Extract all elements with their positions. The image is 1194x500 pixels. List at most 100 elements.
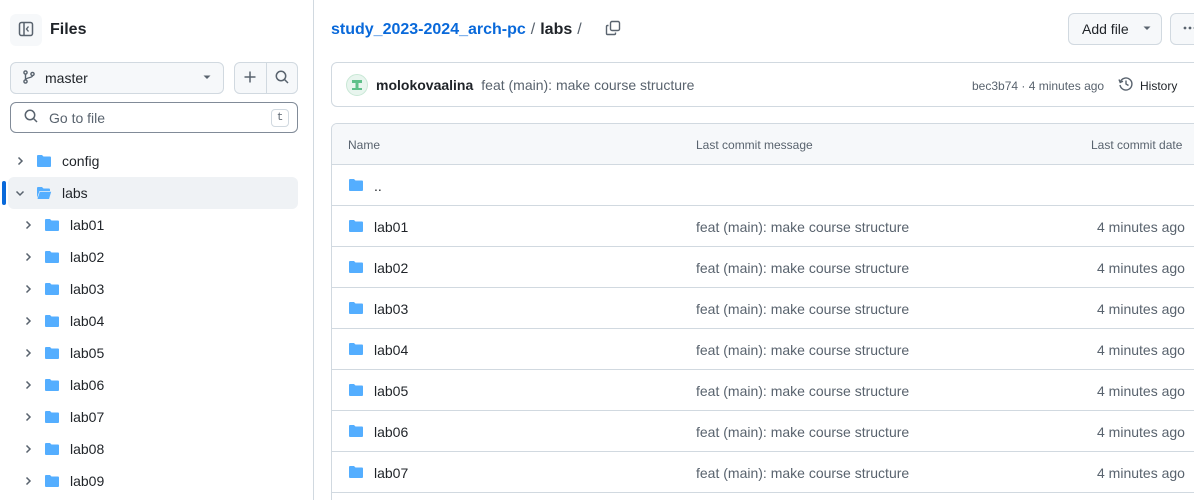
commit-message-link[interactable]: feat (main): make course structure: [696, 424, 909, 440]
search-repo-button[interactable]: [265, 63, 298, 93]
tree-item-label: lab08: [70, 441, 105, 457]
chevron-right-icon[interactable]: [20, 281, 36, 297]
table-row[interactable]: lab02 feat (main): make course structure 4…: [332, 247, 1194, 288]
chevron-right-icon[interactable]: [20, 345, 36, 361]
chevron-right-icon[interactable]: [20, 217, 36, 233]
folder-icon: [348, 178, 364, 195]
directory-link[interactable]: lab06: [374, 424, 408, 440]
tree-item-label: lab09: [70, 473, 105, 489]
breadcrumb-separator: /: [577, 21, 582, 38]
folder-icon: [44, 441, 60, 457]
add-file-icon-button[interactable]: [235, 63, 266, 93]
commit-date: 4 minutes ago: [1097, 342, 1185, 358]
breadcrumb-repo-link[interactable]: study_2023-2024_arch-pc: [331, 21, 526, 39]
sidebar-collapse-icon: [18, 21, 34, 40]
commit-message-link[interactable]: feat (main): make course structure: [696, 301, 909, 317]
tree-item-lab08[interactable]: lab08: [8, 433, 298, 465]
chevron-right-icon[interactable]: [20, 409, 36, 425]
chevron-right-icon[interactable]: [20, 441, 36, 457]
avatar[interactable]: [346, 73, 368, 96]
table-row[interactable]: lab01 feat (main): make course structure 4…: [332, 206, 1194, 247]
tree-item-label: lab05: [70, 345, 105, 361]
file-tree-sidebar: Files master Go to file t config labs la…: [0, 0, 314, 500]
history-label: History: [1140, 78, 1178, 93]
tree-item-label: lab06: [70, 377, 105, 393]
directory-link[interactable]: lab04: [374, 342, 408, 358]
folder-icon: [348, 424, 364, 441]
branch-controls: master: [10, 62, 298, 94]
commit-date: 4 minutes ago: [1097, 424, 1185, 440]
tree-item-labs[interactable]: labs: [2, 177, 298, 209]
folder-icon: [44, 409, 60, 425]
folder-icon: [44, 217, 60, 233]
tree-item-lab07[interactable]: lab07: [8, 401, 298, 433]
tree-item-lab02[interactable]: lab02: [8, 241, 298, 273]
tree-item-label: labs: [62, 185, 88, 201]
latest-commit-bar: molokovaalina feat (main): make course s…: [331, 62, 1194, 107]
commit-message[interactable]: feat (main): make course structure: [481, 77, 694, 93]
table-row[interactable]: lab07 feat (main): make course structure 4…: [332, 452, 1194, 493]
copy-path-button[interactable]: [603, 20, 623, 40]
add-file-button[interactable]: Add file: [1068, 13, 1162, 45]
chevron-down-icon[interactable]: [12, 185, 28, 201]
tree-item-lab01[interactable]: lab01: [8, 209, 298, 241]
search-icon: [23, 108, 39, 127]
table-row[interactable]: lab06 feat (main): make course structure 4…: [332, 411, 1194, 452]
commit-date: 4 minutes ago: [1097, 260, 1185, 276]
commit-sha-time[interactable]: bec3b74 · 4 minutes ago: [972, 63, 1104, 108]
commit-message-link[interactable]: feat (main): make course structure: [696, 219, 909, 235]
commit-message-link[interactable]: feat (main): make course structure: [696, 260, 909, 276]
table-row[interactable]: lab04 feat (main): make course structure 4…: [332, 329, 1194, 370]
parent-directory-link[interactable]: ..: [374, 178, 382, 194]
plus-icon: [242, 69, 258, 88]
chevron-right-icon[interactable]: [12, 153, 28, 169]
tree-item-label: lab02: [70, 249, 105, 265]
table-row[interactable]: lab03 feat (main): make course structure 4…: [332, 288, 1194, 329]
chevron-right-icon[interactable]: [20, 313, 36, 329]
tree-item-lab06[interactable]: lab06: [8, 369, 298, 401]
branch-selector[interactable]: master: [10, 62, 224, 94]
table-row[interactable]: lab05 feat (main): make course structure 4…: [332, 370, 1194, 411]
history-button[interactable]: History: [1118, 63, 1177, 108]
directory-link[interactable]: lab05: [374, 383, 408, 399]
go-to-file-input[interactable]: [49, 109, 271, 126]
folder-icon: [44, 473, 60, 489]
commit-date: 4 minutes ago: [1097, 465, 1185, 481]
directory-link[interactable]: lab01: [374, 219, 408, 235]
directory-link[interactable]: lab03: [374, 301, 408, 317]
folder-icon: [44, 313, 60, 329]
column-header-date: Last commit date: [1091, 138, 1183, 152]
sidebar-header: Files: [10, 14, 86, 46]
table-header: Name Last commit message Last commit dat…: [332, 124, 1194, 165]
add-file-label: Add file: [1082, 21, 1129, 37]
more-options-button[interactable]: [1170, 13, 1194, 45]
file-table: Name Last commit message Last commit dat…: [331, 123, 1194, 500]
go-to-file-field[interactable]: t: [10, 102, 298, 133]
chevron-right-icon[interactable]: [20, 249, 36, 265]
commit-message-link[interactable]: feat (main): make course structure: [696, 465, 909, 481]
tree-item-lab03[interactable]: lab03: [8, 273, 298, 305]
tree-item-lab04[interactable]: lab04: [8, 305, 298, 337]
folder-icon: [348, 219, 364, 236]
commit-author[interactable]: molokovaalina: [376, 77, 473, 93]
breadcrumb: study_2023-2024_arch-pc / labs /: [331, 20, 623, 40]
parent-directory-row[interactable]: ..: [332, 165, 1194, 206]
directory-link[interactable]: lab02: [374, 260, 408, 276]
commit-message-link[interactable]: feat (main): make course structure: [696, 383, 909, 399]
chevron-right-icon[interactable]: [20, 377, 36, 393]
history-icon: [1118, 76, 1134, 95]
commit-message-link[interactable]: feat (main): make course structure: [696, 342, 909, 358]
folder-icon: [44, 345, 60, 361]
folder-icon: [36, 153, 52, 169]
breadcrumb-separator: /: [530, 21, 536, 38]
triangle-down-icon: [1141, 21, 1153, 37]
file-tree: config labs lab01 lab02 lab03 lab04 lab05 lab06…: [0, 145, 314, 497]
tree-item-lab09[interactable]: lab09: [8, 465, 298, 497]
main-content: study_2023-2024_arch-pc / labs / Add fil…: [315, 0, 1194, 500]
folder-open-icon: [36, 185, 52, 201]
directory-link[interactable]: lab07: [374, 465, 408, 481]
collapse-sidebar-button[interactable]: [10, 14, 42, 46]
chevron-right-icon[interactable]: [20, 473, 36, 489]
tree-item-lab05[interactable]: lab05: [8, 337, 298, 369]
tree-item-config[interactable]: config: [8, 145, 298, 177]
